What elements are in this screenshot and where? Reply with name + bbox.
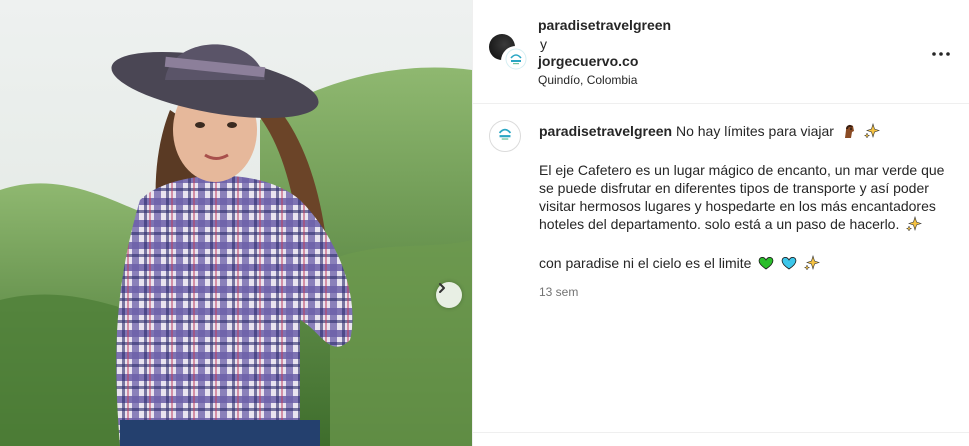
caption-avatar[interactable] [489, 120, 521, 152]
next-photo-button[interactable] [436, 282, 462, 308]
blue-heart-icon [781, 255, 797, 275]
avatar-paradisetravelgreen[interactable] [501, 46, 531, 76]
caption-headline: No hay límites para viajar [675, 123, 834, 139]
post-location[interactable]: Quindío, Colombia [538, 73, 637, 87]
caption-paragraph: El eje Cafetero es un lugar mágico de en… [539, 162, 945, 232]
more-options-icon [932, 43, 950, 61]
post-side-panel: paradisetravelgreen y jorgecuervo.co Qui… [472, 0, 969, 446]
post-timestamp[interactable]: 13 sem [539, 283, 949, 301]
green-heart-icon [758, 255, 774, 275]
post-header: paradisetravelgreen y jorgecuervo.co Qui… [473, 0, 969, 104]
photo-illustration [0, 0, 472, 446]
caption-closing: con paradise ni el cielo es el limite [539, 255, 752, 271]
caption-username[interactable]: paradisetravelgreen [539, 123, 672, 139]
horse-face-icon [841, 123, 857, 143]
paradise-logo-icon [493, 122, 517, 151]
collab-user-1[interactable]: paradisetravelgreen [538, 17, 671, 33]
sparkles-icon [803, 254, 821, 275]
more-options-button[interactable] [929, 40, 953, 64]
paradise-logo-icon [505, 48, 527, 75]
sparkles-icon [863, 122, 880, 143]
collab-separator: y [540, 36, 547, 52]
collab-avatars[interactable] [489, 34, 531, 76]
section-divider [473, 432, 969, 433]
caption-body: paradisetravelgreen No hay límites para … [539, 122, 949, 301]
sparkles-icon [905, 215, 923, 236]
post-photo[interactable] [0, 0, 472, 446]
collab-user-2[interactable]: jorgecuervo.co [538, 53, 638, 69]
